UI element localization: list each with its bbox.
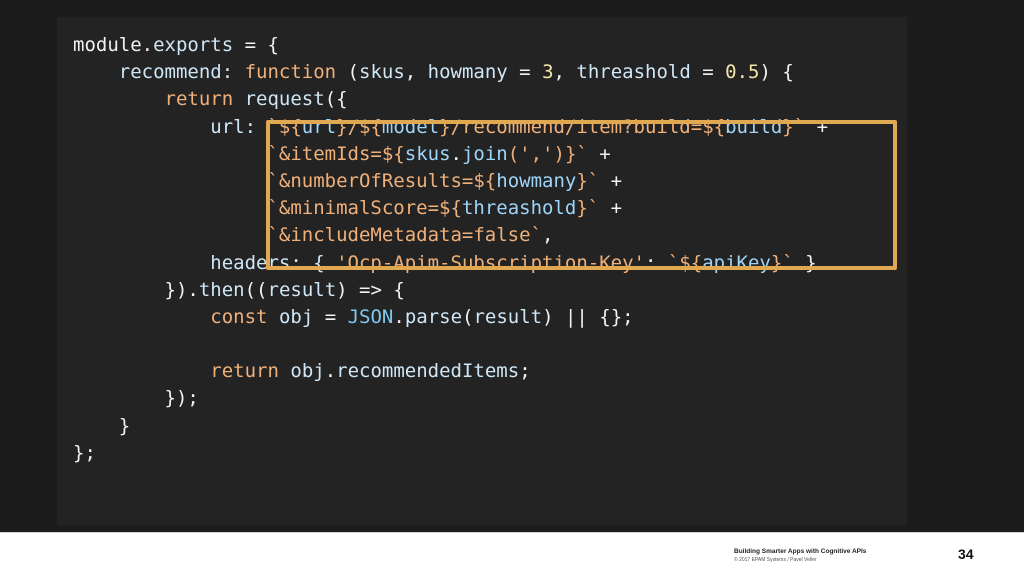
token: }). — [73, 278, 199, 301]
token: JSON — [347, 305, 394, 328]
code-line: }; — [73, 440, 828, 467]
token: }); — [73, 387, 199, 410]
token: 0.5 — [725, 61, 760, 84]
token: function — [244, 61, 337, 84]
footer-title: Building Smarter Apps with Cognitive API… — [734, 548, 867, 555]
token: exports — [153, 34, 234, 56]
footer-bar — [0, 532, 1024, 577]
token: return — [210, 360, 279, 383]
token: ) { — [759, 61, 794, 84]
code-line: }); — [73, 385, 828, 412]
token: ( — [336, 61, 359, 84]
token: obj — [278, 305, 314, 328]
token: = — [507, 61, 543, 84]
page-number: 34 — [958, 546, 974, 562]
token: ( — [462, 305, 474, 328]
token: threashold — [576, 61, 691, 84]
token: obj — [290, 360, 325, 383]
token: (( — [244, 278, 268, 301]
token: url: — [73, 115, 268, 138]
token: const — [210, 305, 268, 328]
token: . — [324, 360, 337, 383]
token: howmany — [427, 61, 508, 84]
token: request — [244, 88, 325, 111]
code-line: return request({ — [73, 86, 828, 113]
token: . — [393, 305, 405, 328]
token: recommendedItems — [336, 360, 520, 383]
token: , — [404, 61, 428, 84]
highlight-box — [266, 120, 897, 270]
code-line: recommend: function (skus, howmany = 3, … — [73, 59, 828, 86]
token: ({ — [324, 88, 348, 111]
footer-copyright: © 2017 EPAM Systems / Pavel Veller — [734, 557, 817, 563]
token: result — [267, 278, 337, 301]
token: recommend: — [73, 61, 245, 84]
token: skus — [359, 61, 405, 84]
code-line: return obj.recommendedItems; — [73, 358, 828, 385]
token: ) => { — [336, 278, 405, 301]
token: = { — [233, 34, 279, 56]
code-line: const obj = JSON.parse(result) || {}; — [73, 304, 828, 331]
code-line: } — [73, 413, 828, 440]
code-line: }).then((result) => { — [73, 277, 828, 304]
token: 3 — [542, 61, 554, 84]
token: } — [73, 414, 131, 437]
token: ) || {}; — [542, 305, 634, 328]
token: then — [198, 278, 245, 301]
token: }; — [73, 441, 96, 464]
token: . — [141, 34, 154, 56]
token: parse — [404, 305, 463, 328]
code-line: module.exports = { — [73, 32, 828, 59]
token: result — [473, 305, 543, 328]
token: = — [690, 61, 726, 84]
token: return — [164, 88, 234, 111]
token: , — [553, 61, 577, 84]
token: ; — [519, 360, 531, 383]
token: module — [73, 34, 142, 56]
token: = — [313, 305, 348, 328]
